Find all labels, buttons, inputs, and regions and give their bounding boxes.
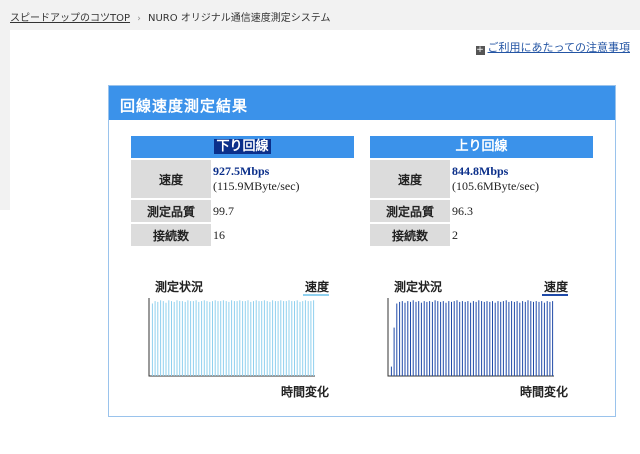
upload-speed-mbps: 844.8Mbps	[452, 164, 509, 178]
upload-speed-row: 速度 844.8Mbps (105.6MByte/sec)	[370, 160, 593, 198]
download-graph-plot	[148, 298, 315, 377]
square-bullet-icon: +	[475, 45, 485, 55]
download-graph-x-label: 時間変化	[280, 385, 329, 399]
results-panel: 回線速度測定結果 下り回線 速度 927.5Mbps (115.9MByte/s…	[108, 85, 616, 417]
breadcrumb-home-link[interactable]: スピードアップのコツTOP	[10, 13, 130, 24]
breadcrumb-bar: スピードアップのコツTOP › NURO オリジナル通信速度測定システム	[0, 0, 640, 30]
upload-graph-plot	[387, 298, 554, 377]
upload-heading: 上り回線	[370, 136, 593, 158]
upload-quality-value: 96.3	[452, 203, 473, 218]
download-graph-legend: 速度	[304, 280, 329, 294]
download-connections-value: 16	[213, 227, 225, 242]
upload-graph-title: 測定状況	[394, 280, 443, 294]
upload-graph-legend: 速度	[543, 280, 568, 294]
breadcrumb: スピードアップのコツTOP › NURO オリジナル通信速度測定システム	[10, 9, 331, 24]
upload-quality-row: 測定品質 96.3	[370, 200, 593, 222]
upload-section: 上り回線 速度 844.8Mbps (105.6MByte/sec) 測定品質 …	[370, 136, 593, 248]
download-section: 下り回線 速度 927.5Mbps (115.9MByte/sec) 測定品質 …	[131, 136, 354, 248]
upload-graph: 測定状況 速度 時間変化	[382, 278, 582, 399]
breadcrumb-current: NURO オリジナル通信速度測定システム	[148, 13, 331, 24]
upload-connections-value: 2	[452, 227, 458, 242]
upload-speed-mbyte: (105.6MByte/sec)	[452, 179, 539, 193]
download-quality-value: 99.7	[213, 203, 234, 218]
download-metrics-table: 速度 927.5Mbps (115.9MByte/sec) 測定品質 99.7 …	[131, 158, 354, 248]
upload-connections-label: 接続数	[370, 224, 450, 246]
download-speed-label: 速度	[131, 160, 211, 198]
download-speed-row: 速度 927.5Mbps (115.9MByte/sec)	[131, 160, 354, 198]
download-graph: 測定状況 速度 時間変化	[143, 278, 343, 399]
upload-speed-label: 速度	[370, 160, 450, 198]
download-quality-row: 測定品質 99.7	[131, 200, 354, 222]
breadcrumb-separator: ›	[137, 14, 141, 24]
download-heading: 下り回線	[131, 136, 354, 158]
download-speed-mbyte: (115.9MByte/sec)	[213, 179, 300, 193]
panel-header: 回線速度測定結果	[109, 86, 615, 120]
left-margin-strip	[0, 30, 10, 210]
upload-graph-x-label: 時間変化	[519, 385, 568, 399]
notice-link-row: + ご利用にあたっての注意事項	[475, 39, 630, 55]
upload-quality-label: 測定品質	[370, 200, 450, 222]
upload-heading-text: 上り回線	[455, 139, 508, 154]
upload-connections-row: 接続数 2	[370, 224, 593, 246]
download-heading-text: 下り回線	[214, 139, 271, 154]
download-quality-label: 測定品質	[131, 200, 211, 222]
upload-speed-value: 844.8Mbps (105.6MByte/sec)	[450, 160, 593, 198]
download-connections-label: 接続数	[131, 224, 211, 246]
download-speed-mbps: 927.5Mbps	[213, 164, 270, 178]
download-speed-value: 927.5Mbps (115.9MByte/sec)	[211, 160, 354, 198]
upload-metrics-table: 速度 844.8Mbps (105.6MByte/sec) 測定品質 96.3 …	[370, 158, 593, 248]
panel-title: 回線速度測定結果	[120, 97, 249, 115]
download-graph-title: 測定状況	[155, 280, 204, 294]
terms-notice-link[interactable]: ご利用にあたっての注意事項	[488, 41, 630, 54]
download-connections-row: 接続数 16	[131, 224, 354, 246]
